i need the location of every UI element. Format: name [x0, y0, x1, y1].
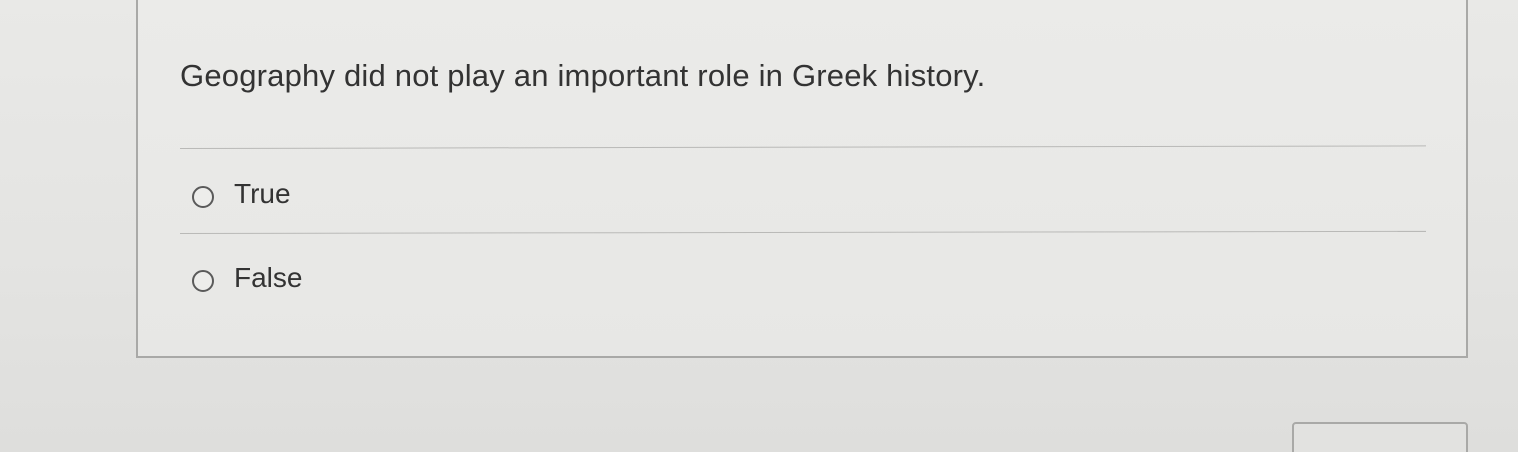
- option-divider: [179, 230, 1426, 234]
- radio-button-false[interactable]: [192, 270, 214, 292]
- option-label-true: True: [234, 178, 291, 209]
- quiz-page: Geography did not play an important role…: [0, 0, 1518, 452]
- radio-button-true[interactable]: [192, 186, 214, 208]
- option-false[interactable]: False: [192, 262, 302, 294]
- option-true[interactable]: True: [192, 178, 291, 210]
- question-card: Geography did not play an important role…: [136, 0, 1468, 358]
- question-divider: [179, 145, 1426, 149]
- option-label-false: False: [234, 262, 303, 293]
- question-text: Geography did not play an important role…: [180, 58, 986, 93]
- next-button[interactable]: [1292, 422, 1468, 452]
